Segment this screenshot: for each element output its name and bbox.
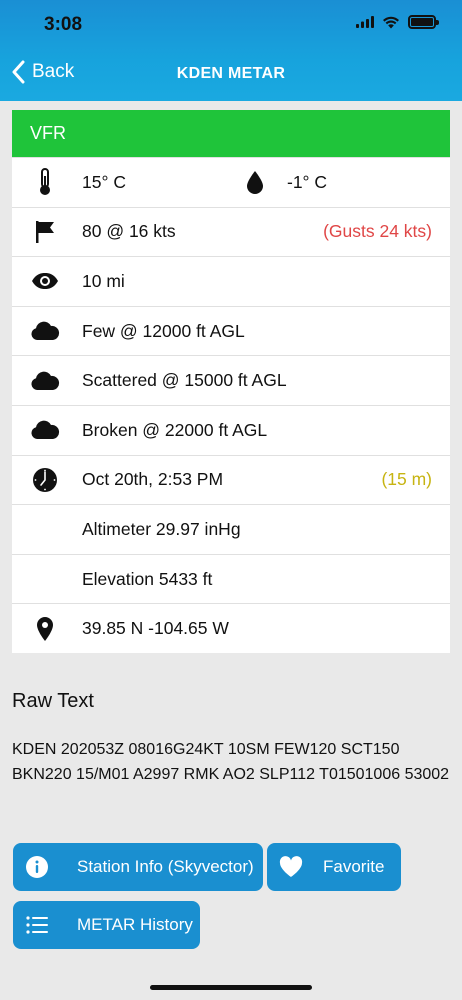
info-icon [23,853,51,881]
altimeter-value: Altimeter 29.97 inHg [82,518,241,539]
visibility-row: 10 mi [12,256,450,306]
dewpoint-value: -1° C [287,171,328,192]
header: 3:08 Back KDEN METAR [0,0,462,101]
favorite-label: Favorite [323,857,385,876]
location-value: 39.85 N -104.65 W [82,618,229,639]
cloud-icon [30,415,60,445]
observation-time-row: Oct 20th, 2:53 PM (15 m) [12,454,450,505]
temperature-value: 15° C [82,171,126,192]
observation-age: (15 m) [381,469,432,490]
list-icon [23,911,51,939]
gusts-value: (Gusts 24 kts) [323,221,432,242]
status-bar: 3:08 [0,0,462,50]
heart-icon [277,853,305,881]
battery-icon [408,15,439,29]
home-indicator[interactable] [150,985,312,990]
visibility-value: 10 mi [82,270,125,291]
metar-history-label: METAR History [77,915,193,934]
signal-icon [356,16,374,28]
cloud-row: Few @ 12000 ft AGL [12,305,450,356]
elevation-row: Elevation 5433 ft [12,553,450,604]
flag-icon [30,217,60,247]
eye-icon [30,266,60,296]
flight-rule-badge: VFR [12,110,450,157]
clock-icon [30,465,60,495]
station-info-button[interactable]: Station Info (Skyvector) [13,843,263,891]
raw-text-heading: Raw Text [12,690,94,712]
location-row: 39.85 N -104.65 W [12,603,450,653]
cloud-icon [30,366,60,396]
metar-history-button[interactable]: METAR History [13,901,200,949]
station-info-label: Station Info (Skyvector) [77,857,254,876]
temperature-row: 15° C -1° C [12,157,450,207]
cloud-layer-value: Few @ 12000 ft AGL [82,320,245,341]
page-title: KDEN METAR [176,65,286,82]
nav-bar: Back KDEN METAR [0,50,462,100]
thermometer-icon [30,167,60,197]
status-time: 3:08 [44,14,83,35]
wind-value: 80 @ 16 kts [82,221,176,242]
cloud-icon [30,316,60,346]
location-pin-icon [30,614,60,644]
favorite-button[interactable]: Favorite [267,843,401,891]
cloud-layer-value: Scattered @ 15000 ft AGL [82,370,287,391]
raw-metar-text: KDEN 202053Z 08016G24KT 10SM FEW120 SCT1… [12,741,450,783]
wind-row: 80 @ 16 kts (Gusts 24 kts) [12,206,450,257]
metar-card: VFR 15° C -1° C 80 @ 16 kts (Gusts 24 kt… [12,110,450,653]
droplet-icon [240,167,270,197]
cloud-layer-value: Broken @ 22000 ft AGL [82,419,268,440]
wifi-icon [383,16,399,29]
cloud-row: Broken @ 22000 ft AGL [12,404,450,455]
altimeter-row: Altimeter 29.97 inHg [12,504,450,554]
observation-time-value: Oct 20th, 2:53 PM [82,469,224,490]
cloud-row: Scattered @ 15000 ft AGL [12,355,450,405]
status-icons [356,15,439,29]
elevation-value: Elevation 5433 ft [82,568,213,589]
